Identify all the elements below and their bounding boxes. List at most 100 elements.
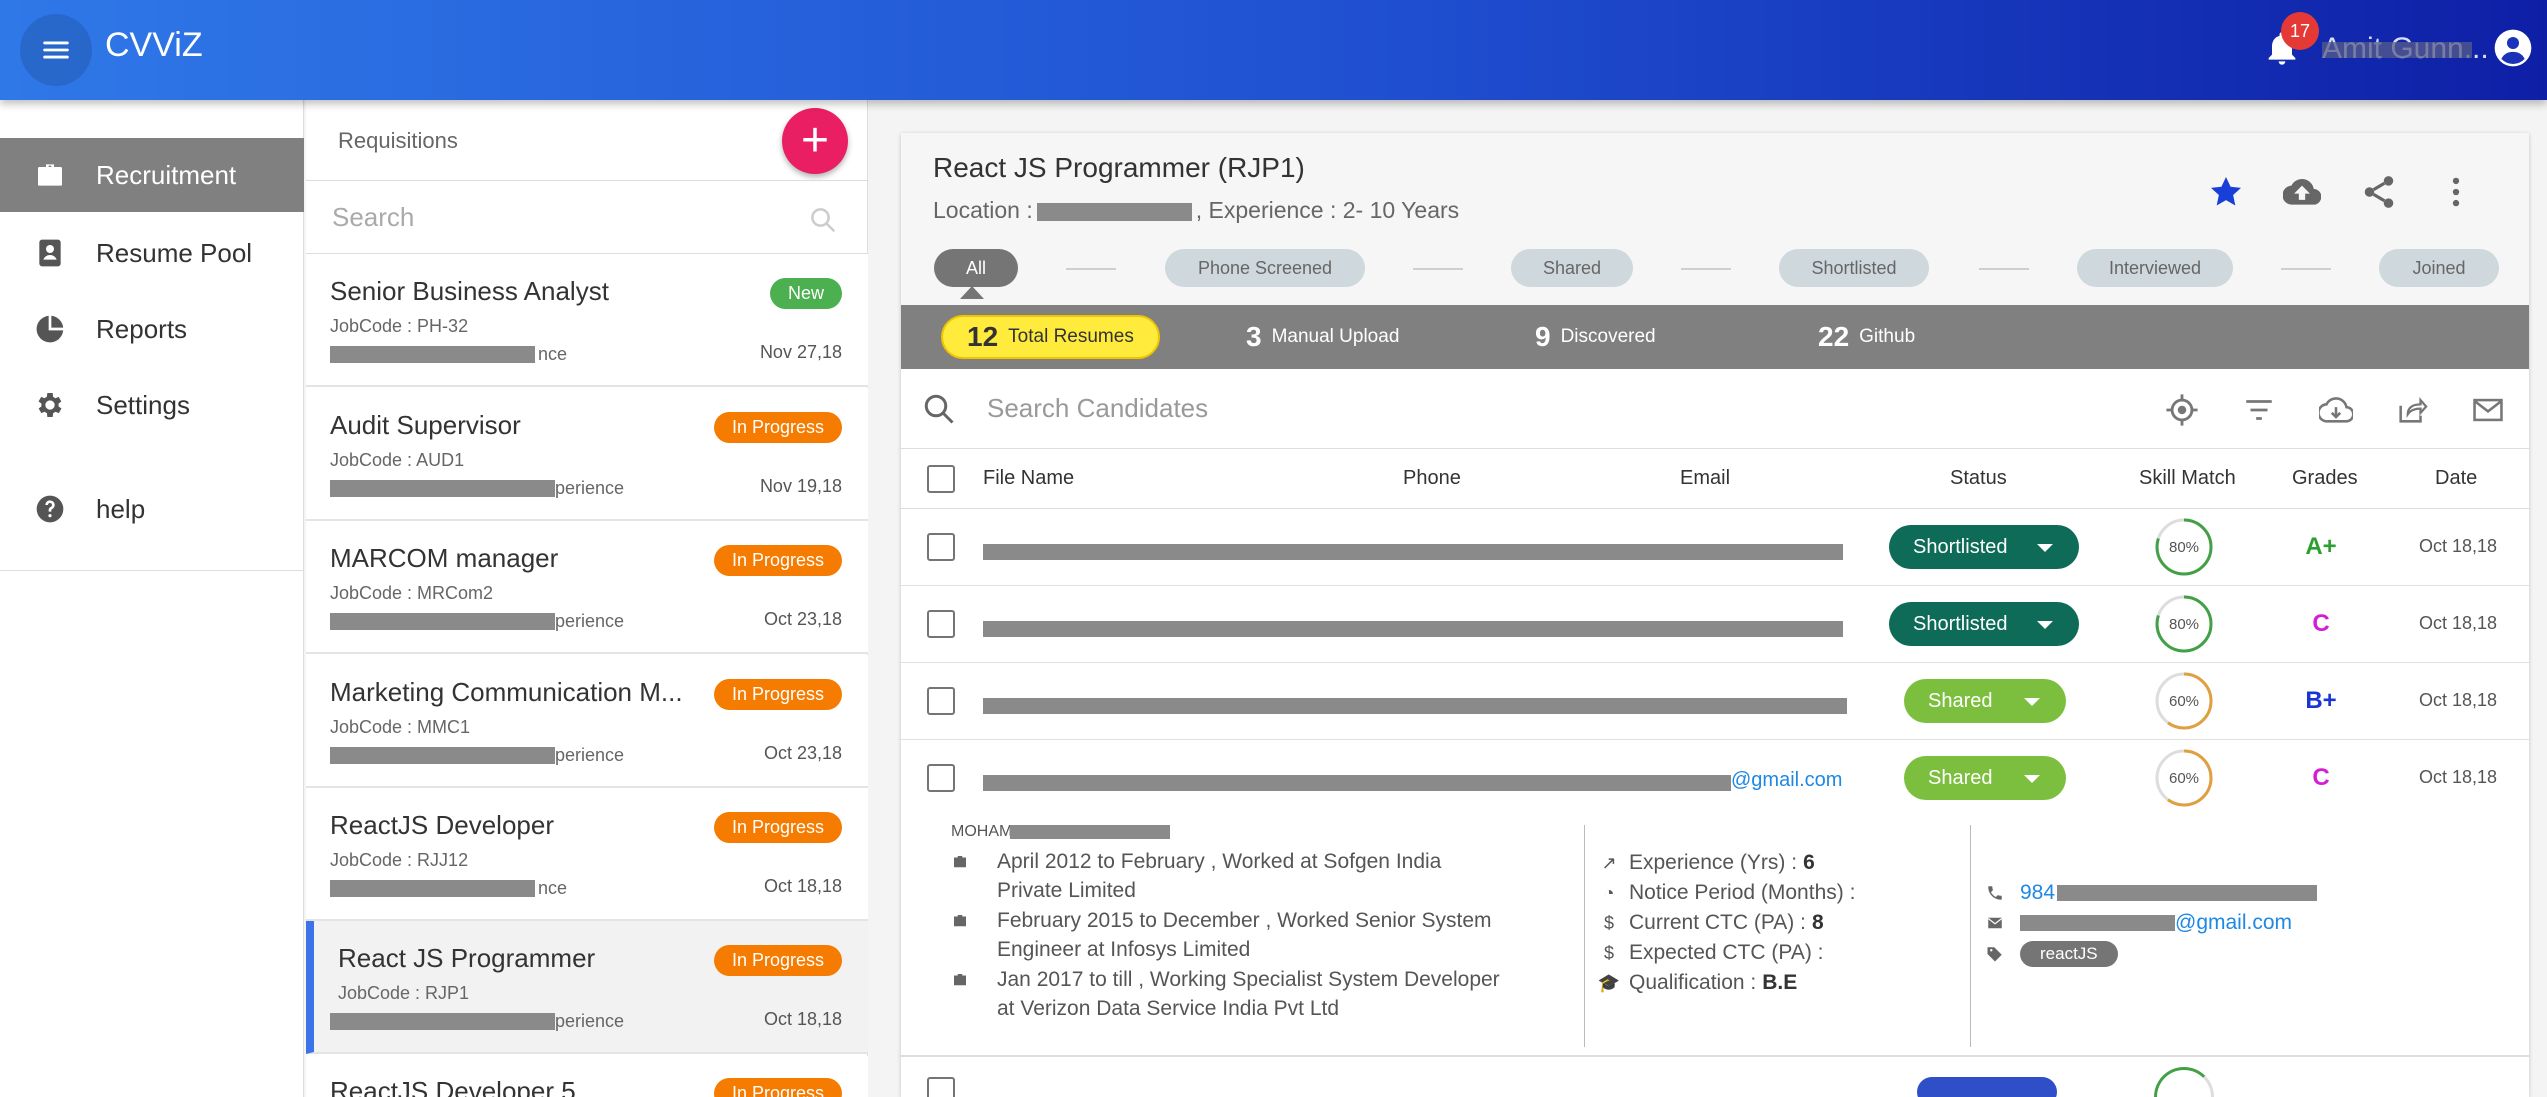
trending-icon: ↗: [1601, 852, 1617, 873]
experience-entry: April 2012 to February , Worked at Sofge…: [951, 847, 1511, 905]
select-all-checkbox[interactable]: [927, 465, 955, 493]
gear-icon: [32, 387, 68, 423]
star-icon[interactable]: [2207, 173, 2245, 211]
status-badge: In Progress: [713, 679, 842, 710]
status-badge: In Progress: [713, 412, 842, 443]
dollar-icon: $: [1603, 942, 1614, 963]
briefcase-icon: [32, 157, 68, 193]
stage-phone-screened[interactable]: Phone Screened: [1165, 249, 1365, 287]
pie-chart-icon: [32, 311, 68, 347]
sidebar-item-resume-pool[interactable]: Resume Pool: [0, 216, 304, 290]
candidate-name: MOHAMED S: [951, 823, 1170, 841]
requisition-detail-card: React JS Programmer (RJP1) Location :, E…: [901, 133, 2529, 1097]
sidebar-item-recruitment[interactable]: Recruitment: [0, 138, 304, 212]
sidebar-item-settings[interactable]: Settings: [0, 368, 304, 442]
status-badge: In Progress: [713, 812, 842, 843]
skill-match-ring: [2154, 1067, 2214, 1097]
svg-text:80%: 80%: [2169, 539, 2199, 556]
grade: C: [2312, 610, 2330, 637]
status-dropdown[interactable]: [1917, 1077, 2057, 1097]
export-icon[interactable]: [2395, 393, 2429, 427]
resume-count-bar: 12 Total Resumes 3 Manual Upload 9 Discover…: [901, 305, 2529, 369]
stage-shortlisted[interactable]: Shortlisted: [1779, 249, 1929, 287]
row-checkbox[interactable]: [927, 1077, 955, 1097]
svg-text:60%: 60%: [2169, 770, 2199, 787]
grade: B+: [2305, 687, 2337, 714]
fact-notice-period: ◔ Notice Period (Months) :: [1599, 881, 1861, 905]
requisition-search-input[interactable]: Search: [306, 180, 868, 254]
stage-all[interactable]: All: [934, 249, 1018, 287]
tag-icon: [1987, 947, 2002, 962]
fact-experience: ↗ Experience (Yrs) :6: [1599, 851, 1814, 875]
requisition-item[interactable]: Senior Business Analyst JobCode : PH-32 …: [306, 254, 868, 387]
share-icon[interactable]: [2360, 173, 2398, 211]
requisition-item[interactable]: Marketing Communication M... JobCode : M…: [306, 655, 868, 788]
requisition-item[interactable]: ReactJS Developer 5 In Progress: [306, 1056, 868, 1097]
user-name[interactable]: Amit Gunn...: [2322, 32, 2489, 66]
status-dropdown[interactable]: Shortlisted: [1889, 525, 2079, 569]
mail-icon[interactable]: [2471, 393, 2505, 427]
count-github[interactable]: 22 Github: [1818, 315, 1915, 359]
table-row[interactable]: [901, 1057, 2529, 1097]
row-checkbox[interactable]: [927, 610, 955, 638]
table-row[interactable]: Shortlisted 80% A+ Oct 18,18: [901, 509, 2529, 586]
candidate-email[interactable]: @gmail.com: [1986, 911, 2292, 935]
status-dropdown[interactable]: Shared: [1904, 756, 2066, 800]
table-header: File Name Phone Email Status Skill Match…: [901, 449, 2529, 509]
account-icon[interactable]: [2493, 28, 2533, 68]
notification-badge: 17: [2281, 12, 2319, 50]
chevron-down-icon: [2024, 775, 2040, 783]
candidate-search-input[interactable]: Search Candidates: [901, 369, 2529, 449]
fact-qualification: 🎓 Qualification : B.E: [1597, 971, 1798, 994]
count-total-resumes[interactable]: 12 Total Resumes: [941, 315, 1160, 359]
stage-joined[interactable]: Joined: [2379, 249, 2499, 287]
row-checkbox[interactable]: [927, 764, 955, 792]
count-discovered[interactable]: 9 Discovered: [1535, 315, 1656, 359]
add-requisition-button[interactable]: +: [782, 108, 848, 174]
grade: C: [2312, 764, 2330, 791]
sidebar: Recruitment Resume Pool Reports Settings…: [0, 100, 304, 1097]
row-checkbox[interactable]: [927, 687, 955, 715]
requisitions-header: Requisitions +: [306, 100, 868, 180]
candidate-phone[interactable]: 984: [1986, 881, 2318, 905]
table-row[interactable]: @gmail.com Shared 60% C Oct 18,18: [901, 740, 2529, 817]
sidebar-item-help[interactable]: help: [0, 472, 304, 546]
help-icon: [32, 491, 68, 527]
requisition-item[interactable]: MARCOM manager JobCode : MRCom2 perience…: [306, 521, 868, 654]
briefcase-icon: [954, 856, 966, 868]
cloud-download-icon[interactable]: [2319, 393, 2353, 427]
stage-interviewed[interactable]: Interviewed: [2077, 249, 2233, 287]
count-manual-upload[interactable]: 3 Manual Upload: [1246, 315, 1399, 359]
chevron-down-icon: [2037, 544, 2053, 552]
status-dropdown[interactable]: Shortlisted: [1889, 602, 2079, 646]
sidebar-item-reports[interactable]: Reports: [0, 292, 304, 366]
skill-tag[interactable]: reactJS: [2020, 941, 2118, 967]
svg-text:60%: 60%: [2169, 693, 2199, 710]
requisition-item-selected[interactable]: React JS Programmer JobCode : RJP1 perie…: [306, 921, 868, 1054]
hamburger-icon: [43, 41, 69, 59]
stage-shared[interactable]: Shared: [1511, 249, 1633, 287]
menu-button[interactable]: [20, 14, 92, 86]
requisitions-panel: Requisitions + Search Senior Business An…: [306, 100, 868, 1097]
job-location: Location :, Experience : 2- 10 Years: [933, 197, 1460, 223]
fact-current-ctc: $ Current CTC (PA) :8: [1599, 911, 1824, 935]
chevron-down-icon: [2037, 621, 2053, 629]
filter-icon[interactable]: [2242, 393, 2276, 427]
briefcase-icon: [954, 974, 966, 986]
grade: A+: [2305, 533, 2337, 560]
skill-match-ring: 60%: [2155, 672, 2213, 730]
skill-match-ring: 80%: [2155, 595, 2213, 653]
cloud-upload-icon[interactable]: [2283, 173, 2321, 211]
sidebar-divider: [0, 570, 304, 571]
table-row[interactable]: Shared 60% B+ Oct 18,18: [901, 663, 2529, 740]
requisition-item[interactable]: Audit Supervisor JobCode : AUD1 perience…: [306, 388, 868, 521]
status-dropdown[interactable]: Shared: [1904, 679, 2066, 723]
job-title: React JS Programmer (RJP1): [933, 152, 1305, 183]
row-checkbox[interactable]: [927, 533, 955, 561]
app-title: CVViZ: [105, 26, 203, 64]
fact-expected-ctc: $ Expected CTC (PA) :: [1599, 941, 1830, 965]
locate-icon[interactable]: [2165, 393, 2199, 427]
table-row[interactable]: Shortlisted 80% C Oct 18,18: [901, 586, 2529, 663]
requisition-item[interactable]: ReactJS Developer JobCode : RJJ12 nce Oc…: [306, 788, 868, 921]
more-vert-icon[interactable]: [2437, 173, 2475, 211]
